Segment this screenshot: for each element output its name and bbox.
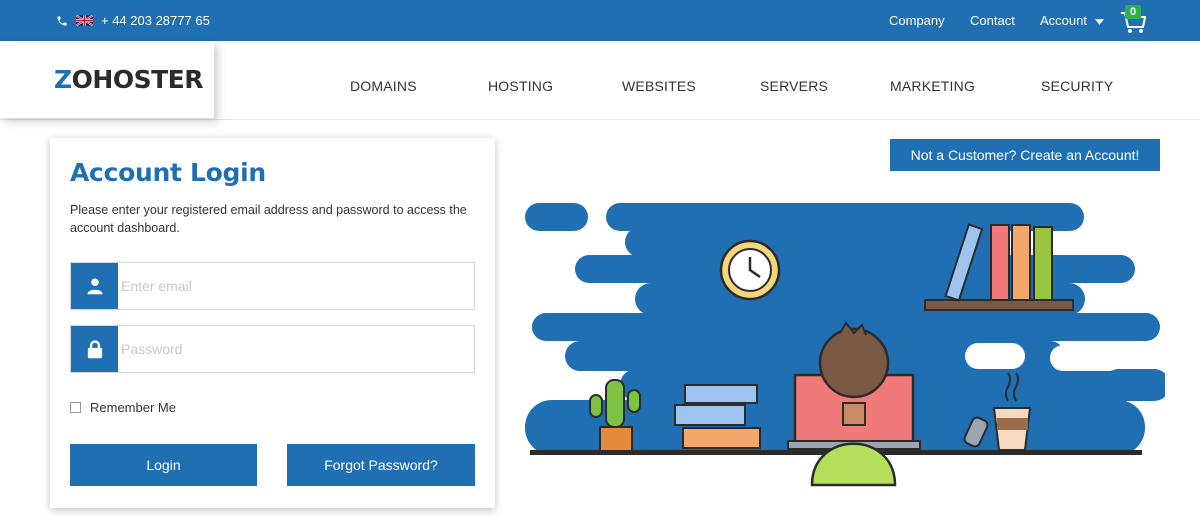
user-icon — [87, 278, 102, 295]
nav-security[interactable]: SECURITY — [1041, 78, 1113, 94]
create-account-button[interactable]: Not a Customer? Create an Account! — [890, 139, 1160, 171]
lock-icon — [87, 339, 102, 358]
nav-hosting[interactable]: HOSTING — [488, 78, 553, 94]
topnav-account-label: Account — [1040, 13, 1087, 28]
top-bar: + 44 203 28777 65 Company Contact Accoun… — [0, 0, 1200, 41]
login-description: Please enter your registered email addre… — [70, 203, 467, 235]
remember-me[interactable]: Remember Me — [70, 400, 176, 415]
topnav-account[interactable]: Account — [1040, 13, 1104, 28]
main-header: ZOHOSTER DOMAINS HOSTING WEBSITES SERVER… — [0, 41, 1200, 120]
logo-text: OHOSTER — [71, 65, 204, 94]
logo: ZOHOSTER — [54, 65, 203, 94]
login-title: Account Login — [70, 158, 266, 187]
forgot-password-button[interactable]: Forgot Password? — [287, 444, 475, 486]
nav-marketing[interactable]: MARKETING — [890, 78, 975, 94]
nav-websites[interactable]: WEBSITES — [622, 78, 696, 94]
uk-flag-icon — [76, 15, 93, 26]
password-input[interactable] — [121, 326, 471, 372]
topnav-company[interactable]: Company — [889, 13, 945, 28]
topnav-contact[interactable]: Contact — [970, 13, 1015, 28]
caret-down-icon — [1094, 18, 1104, 25]
nav-domains[interactable]: DOMAINS — [350, 78, 417, 94]
phone-contact[interactable]: + 44 203 28777 65 — [56, 13, 210, 28]
login-button[interactable]: Login — [70, 444, 257, 486]
email-input[interactable] — [121, 263, 471, 309]
email-icon-box — [71, 263, 118, 309]
remember-me-checkbox[interactable] — [70, 402, 81, 413]
email-field — [70, 262, 475, 310]
password-icon-box — [71, 326, 118, 372]
logo-box[interactable]: ZOHOSTER — [0, 41, 214, 118]
cart-count-badge: 0 — [1125, 5, 1141, 19]
remember-me-label: Remember Me — [90, 400, 176, 415]
password-field — [70, 325, 475, 373]
logo-letter-z: Z — [54, 65, 72, 94]
phone-icon — [57, 16, 67, 25]
login-card: Account Login Please enter your register… — [50, 138, 495, 508]
workspace-illustration — [525, 203, 1165, 487]
phone-number: + 44 203 28777 65 — [101, 13, 210, 28]
nav-servers[interactable]: SERVERS — [760, 78, 828, 94]
